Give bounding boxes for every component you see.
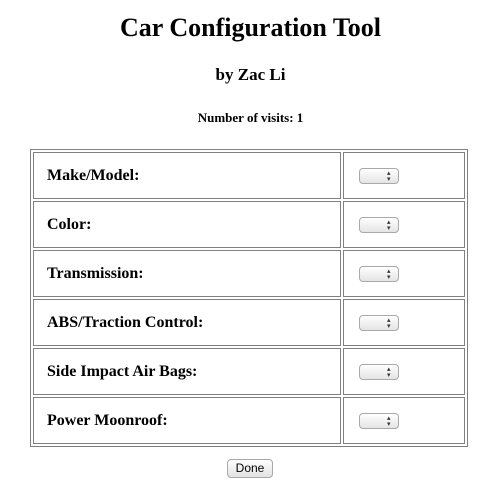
table-row: Side Impact Air Bags: ▴ ▾	[33, 348, 465, 395]
table-row: Transmission: ▴ ▾	[33, 250, 465, 297]
visit-counter: Number of visits: 1	[197, 110, 304, 125]
transmission-select[interactable]: ▴ ▾	[358, 265, 399, 282]
table-row: Make/Model: ▴ ▾	[33, 152, 465, 199]
configuration-table: Make/Model: ▴ ▾ Color: ▴ ▾ Transmission: ▴…	[30, 149, 468, 447]
updown-chevron-icon: ▴ ▾	[386, 266, 391, 281]
option-select-cell: ▴ ▾	[342, 397, 465, 444]
page-title: Car Configuration Tool	[119, 13, 381, 42]
updown-chevron-icon: ▴ ▾	[386, 364, 391, 379]
table-row: ABS/Traction Control: ▴ ▾	[33, 299, 465, 346]
updown-chevron-icon: ▴ ▾	[386, 315, 391, 330]
table-row: Color: ▴ ▾	[33, 201, 465, 248]
color-select[interactable]: ▴ ▾	[358, 216, 399, 233]
option-select-cell: ▴ ▾	[342, 299, 465, 346]
option-label-make-model: Make/Model:	[33, 152, 341, 199]
make-model-select[interactable]: ▴ ▾	[358, 167, 399, 184]
author-byline: by Zac Li	[215, 65, 286, 84]
moonroof-select[interactable]: ▴ ▾	[358, 412, 399, 429]
updown-chevron-icon: ▴ ▾	[386, 217, 391, 232]
done-button[interactable]: Done	[227, 459, 273, 478]
option-label-color: Color:	[33, 201, 341, 248]
option-label-abs-traction: ABS/Traction Control:	[33, 299, 341, 346]
abs-traction-select[interactable]: ▴ ▾	[358, 314, 399, 331]
option-select-cell: ▴ ▾	[342, 250, 465, 297]
table-row: Power Moonroof: ▴ ▾	[33, 397, 465, 444]
option-select-cell: ▴ ▾	[342, 348, 465, 395]
side-airbags-select[interactable]: ▴ ▾	[358, 363, 399, 380]
option-label-side-airbags: Side Impact Air Bags:	[33, 348, 341, 395]
updown-chevron-icon: ▴ ▾	[386, 168, 391, 183]
option-select-cell: ▴ ▾	[342, 201, 465, 248]
option-label-moonroof: Power Moonroof:	[33, 397, 341, 444]
option-select-cell: ▴ ▾	[342, 152, 465, 199]
updown-chevron-icon: ▴ ▾	[386, 413, 391, 428]
option-label-transmission: Transmission:	[33, 250, 341, 297]
